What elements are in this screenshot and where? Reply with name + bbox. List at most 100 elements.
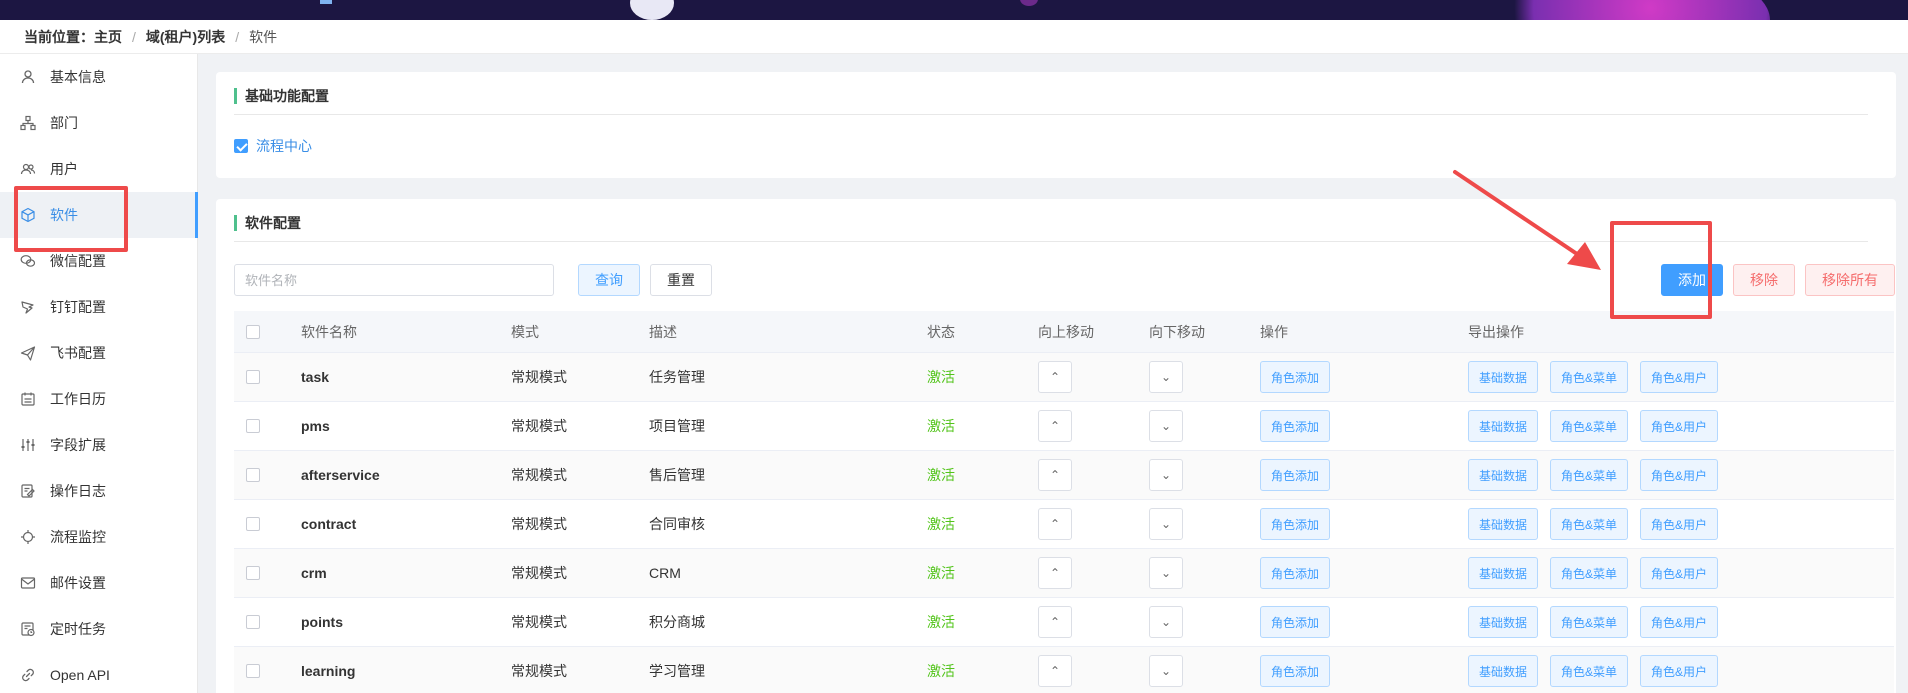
sidebar-item-1[interactable]: 部门 xyxy=(0,100,197,146)
header-status: 状态 xyxy=(927,323,955,340)
role-add-button[interactable]: 角色添加 xyxy=(1260,606,1331,638)
export-cell: 基础数据 角色&菜单 角色&用户 xyxy=(1468,557,1730,589)
dingtalk-icon xyxy=(20,299,36,315)
header-mode: 模式 xyxy=(511,323,539,340)
export-role-menu-button[interactable]: 角色&菜单 xyxy=(1550,410,1629,442)
move-up-cell: ⌃ xyxy=(1038,655,1072,687)
chevron-up-icon: ⌃ xyxy=(1049,566,1061,580)
reset-button[interactable]: 重置 xyxy=(650,264,712,296)
row-checkbox[interactable] xyxy=(246,517,260,531)
export-basic-data-button[interactable]: 基础数据 xyxy=(1468,361,1539,393)
select-all-checkbox[interactable] xyxy=(246,324,260,339)
move-up-button[interactable]: ⌃ xyxy=(1038,655,1072,687)
sidebar-item-11[interactable]: 邮件设置 xyxy=(0,560,197,606)
export-basic-data-button[interactable]: 基础数据 xyxy=(1468,557,1539,589)
breadcrumb-home[interactable]: 主页 xyxy=(94,27,122,47)
export-basic-data-button[interactable]: 基础数据 xyxy=(1468,508,1539,540)
export-role-user-button[interactable]: 角色&用户 xyxy=(1640,655,1719,687)
move-up-button[interactable]: ⌃ xyxy=(1038,606,1072,638)
export-basic-data-button[interactable]: 基础数据 xyxy=(1468,606,1539,638)
move-down-cell: ⌄ xyxy=(1149,606,1183,638)
export-role-menu-button[interactable]: 角色&菜单 xyxy=(1550,459,1629,491)
sidebar-item-12[interactable]: 定时任务 xyxy=(0,606,197,652)
table-row: crm 常规模式 CRM 激活 ⌃ ⌄ 角色添加 基础数据 角色&菜单 角色&用户 xyxy=(234,549,1894,598)
remove-all-button[interactable]: 移除所有 xyxy=(1805,264,1895,296)
export-cell: 基础数据 角色&菜单 角色&用户 xyxy=(1468,410,1730,442)
status-badge: 激活 xyxy=(927,467,955,483)
operation-cell: 角色添加 xyxy=(1260,557,1342,589)
sidebar-item-5[interactable]: 钉钉配置 xyxy=(0,284,197,330)
move-down-button[interactable]: ⌄ xyxy=(1149,655,1183,687)
software-name-input[interactable] xyxy=(234,264,554,296)
move-down-button[interactable]: ⌄ xyxy=(1149,361,1183,393)
sidebar-item-10[interactable]: 流程监控 xyxy=(0,514,197,560)
move-down-cell: ⌄ xyxy=(1149,655,1183,687)
move-up-button[interactable]: ⌃ xyxy=(1038,459,1072,491)
move-up-button[interactable]: ⌃ xyxy=(1038,508,1072,540)
banner-decoration xyxy=(1470,0,1770,20)
export-basic-data-button[interactable]: 基础数据 xyxy=(1468,655,1539,687)
row-checkbox[interactable] xyxy=(246,370,260,384)
sidebar-item-9[interactable]: 操作日志 xyxy=(0,468,197,514)
export-role-user-button[interactable]: 角色&用户 xyxy=(1640,508,1719,540)
sidebar-item-0[interactable]: 基本信息 xyxy=(0,54,197,100)
sidebar-item-label: 微信配置 xyxy=(50,253,106,269)
row-checkbox[interactable] xyxy=(246,468,260,482)
export-role-menu-button[interactable]: 角色&菜单 xyxy=(1550,508,1629,540)
export-role-menu-button[interactable]: 角色&菜单 xyxy=(1550,557,1629,589)
export-role-user-button[interactable]: 角色&用户 xyxy=(1640,410,1719,442)
row-checkbox[interactable] xyxy=(246,615,260,629)
export-role-menu-button[interactable]: 角色&菜单 xyxy=(1550,606,1629,638)
move-down-button[interactable]: ⌄ xyxy=(1149,606,1183,638)
move-down-button[interactable]: ⌄ xyxy=(1149,410,1183,442)
move-up-button[interactable]: ⌃ xyxy=(1038,410,1072,442)
sidebar-item-label: 邮件设置 xyxy=(50,575,106,591)
export-cell: 基础数据 角色&菜单 角色&用户 xyxy=(1468,655,1730,687)
chevron-down-icon: ⌄ xyxy=(1160,566,1172,580)
breadcrumb-separator: / xyxy=(132,28,136,45)
export-basic-data-button[interactable]: 基础数据 xyxy=(1468,459,1539,491)
sidebar-item-13[interactable]: Open API xyxy=(0,652,197,693)
export-role-user-button[interactable]: 角色&用户 xyxy=(1640,361,1719,393)
export-basic-data-button[interactable]: 基础数据 xyxy=(1468,410,1539,442)
move-down-cell: ⌄ xyxy=(1149,459,1183,491)
role-add-button[interactable]: 角色添加 xyxy=(1260,459,1331,491)
move-down-button[interactable]: ⌄ xyxy=(1149,557,1183,589)
export-role-user-button[interactable]: 角色&用户 xyxy=(1640,557,1719,589)
breadcrumb-tenant-list[interactable]: 域(租户)列表 xyxy=(146,27,225,47)
export-role-menu-button[interactable]: 角色&菜单 xyxy=(1550,361,1629,393)
move-up-button[interactable]: ⌃ xyxy=(1038,557,1072,589)
row-checkbox[interactable] xyxy=(246,419,260,433)
row-checkbox[interactable] xyxy=(246,566,260,580)
sidebar-item-8[interactable]: 字段扩展 xyxy=(0,422,197,468)
process-center-checkbox[interactable] xyxy=(234,139,248,153)
row-checkbox[interactable] xyxy=(246,664,260,678)
remove-button[interactable]: 移除 xyxy=(1733,264,1795,296)
export-cell: 基础数据 角色&菜单 角色&用户 xyxy=(1468,508,1730,540)
sidebar-item-6[interactable]: 飞书配置 xyxy=(0,330,197,376)
feature-process-center[interactable]: 流程中心 xyxy=(234,136,312,156)
sidebar-item-label: 部门 xyxy=(50,115,78,131)
move-down-button[interactable]: ⌄ xyxy=(1149,508,1183,540)
software-mode: 常规模式 xyxy=(511,614,567,630)
query-button[interactable]: 查询 xyxy=(578,264,640,296)
chevron-up-icon: ⌃ xyxy=(1049,370,1061,384)
table-row: points 常规模式 积分商城 激活 ⌃ ⌄ 角色添加 基础数据 角色&菜单 角色&用户 xyxy=(234,598,1894,647)
software-mode: 常规模式 xyxy=(511,467,567,483)
role-add-button[interactable]: 角色添加 xyxy=(1260,557,1331,589)
role-add-button[interactable]: 角色添加 xyxy=(1260,508,1331,540)
export-role-user-button[interactable]: 角色&用户 xyxy=(1640,459,1719,491)
sidebar-item-7[interactable]: 工作日历 xyxy=(0,376,197,422)
chevron-down-icon: ⌄ xyxy=(1160,468,1172,482)
move-down-button[interactable]: ⌄ xyxy=(1149,459,1183,491)
sidebar-item-label: 定时任务 xyxy=(50,621,106,637)
export-role-user-button[interactable]: 角色&用户 xyxy=(1640,606,1719,638)
role-add-button[interactable]: 角色添加 xyxy=(1260,410,1331,442)
role-add-button[interactable]: 角色添加 xyxy=(1260,655,1331,687)
basic-config-card: 基础功能配置 流程中心 xyxy=(216,72,1896,178)
move-up-button[interactable]: ⌃ xyxy=(1038,361,1072,393)
export-role-menu-button[interactable]: 角色&菜单 xyxy=(1550,655,1629,687)
software-desc: 任务管理 xyxy=(649,369,705,385)
role-add-button[interactable]: 角色添加 xyxy=(1260,361,1331,393)
banner-decoration xyxy=(1020,0,1038,6)
